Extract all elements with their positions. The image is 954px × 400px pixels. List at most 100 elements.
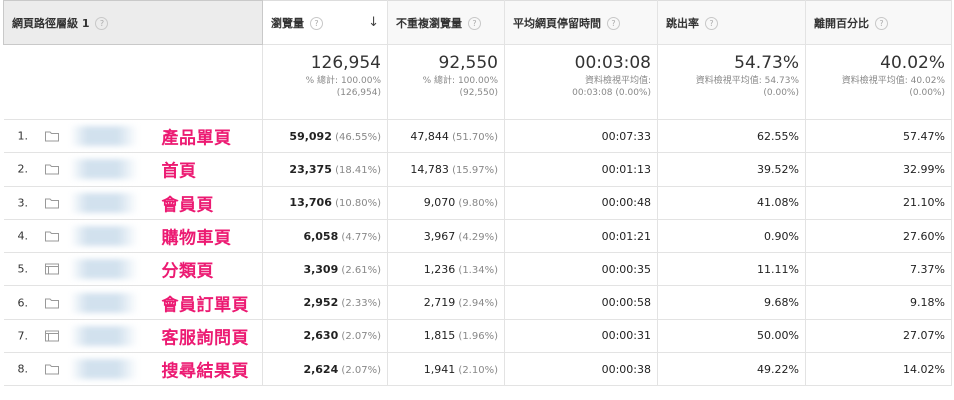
bounce-cell: 50.00% [657,319,806,354]
pageviews-value: 2,624 [303,362,339,376]
folder-icon[interactable] [44,297,59,309]
pageviews-cell: 6,058 (4.77%) [262,219,388,254]
column-header-label: 不重複瀏覽量 [396,16,462,30]
redacted-path [69,126,138,147]
pageviews-value: 23,375 [289,162,332,176]
pageviews-cell: 2,630 (2.07%) [262,319,388,354]
help-icon[interactable]: ? [875,16,888,30]
column-header-bounce-rate[interactable]: 跳出率? [657,0,806,45]
pageviews-percent: (4.77%) [338,232,381,243]
help-icon[interactable]: ? [468,16,481,30]
column-header-label: 平均網頁停留時間 [513,16,601,30]
unique-value: 2,719 [423,296,456,310]
pageviews-value: 13,706 [289,196,332,210]
dimension-cell[interactable]: 6. 會員訂單頁 [3,285,263,320]
table-row: 7. 客服詢問頁 2,630 (2.07%) 1,815 (1.96%) 00:00:3… [3,319,952,354]
help-icon[interactable]: ? [705,16,718,30]
dimension-cell[interactable]: 8. 搜尋結果頁 [3,352,263,387]
bounce-cell: 41.08% [657,186,806,220]
unique-percent-value: (15.97%) [452,164,498,176]
dimension-cell[interactable]: 3. 會員頁 [3,186,263,220]
avg-time-cell: 00:00:38 [504,352,658,387]
pageviews-percent: (2.07%) [338,331,381,342]
unique-percent-value: (51.70%) [452,131,498,143]
table-row: 3. 會員頁 13,706 (10.80%) 9,070 (9.80%) 00:00:4… [3,186,952,220]
unique-cell: 3,967 (4.29%) [387,219,505,254]
column-header-pageviews[interactable]: 瀏覽量? ↓ [262,0,388,45]
unique-cell: 1,815 (1.96%) [387,319,505,354]
total-avg-time-note: 資料檢視平均值: [584,76,651,86]
unique-percent-value: (1.96%) [458,331,498,343]
column-header-label: 瀏覽量 [271,16,304,30]
redacted-path [69,259,138,280]
table-row: 6. 會員訂單頁 2,952 (2.33%) 2,719 (2.94%) 00:00:5… [3,285,952,320]
redacted-path [69,226,138,247]
unique-value: 14,783 [410,162,449,176]
pageviews-percent: (2.61%) [338,265,381,276]
bounce-cell: 39.52% [657,152,806,187]
column-header-label: 離開百分比 [814,16,869,30]
table-row: 5. 分類頁 3,309 (2.61%) 1,236 (1.34%) 00:00:35 1… [3,252,952,287]
avg-time-cell: 00:07:33 [504,119,658,154]
pageviews-percent-value: (4.77%) [341,231,381,243]
analytics-report-table: 網頁路徑層級 1? 瀏覽量? ↓ 不重複瀏覽量? 平均網頁停留時間? 跳出率? 離… [3,0,952,387]
dimension-cell[interactable]: 1. 產品單頁 [3,119,263,154]
pageviews-cell: 3,309 (2.61%) [262,252,388,287]
page-name-annotation: 分類頁 [161,261,214,282]
folder-icon[interactable] [44,164,59,175]
unique-value: 9,070 [423,196,456,210]
exit-cell: 27.60% [805,219,952,254]
dimension-cell[interactable]: 4. 購物車頁 [3,219,263,254]
dimension-cell[interactable]: 7. 客服詢問頁 [3,319,263,354]
pageviews-percent: (2.07%) [338,365,381,376]
pageviews-value: 59,092 [289,129,332,143]
folder-icon[interactable] [44,131,59,142]
column-header-dimension[interactable]: 網頁路徑層級 1? [3,0,263,45]
pageviews-percent-value: (2.07%) [341,331,381,343]
folder-icon[interactable] [44,231,59,242]
bounce-cell: 62.55% [657,119,806,154]
total-exit-detail: (0.00%) [909,88,945,98]
column-header-unique-pageviews[interactable]: 不重複瀏覽量? [387,0,505,45]
unique-cell: 2,719 (2.94%) [387,285,505,320]
exit-cell: 32.99% [805,152,952,187]
unique-percent-value: (2.10%) [458,364,498,376]
unique-percent: (51.70%) [449,132,498,143]
pageviews-percent-value: (2.33%) [341,298,381,310]
column-header-label: 網頁路徑層級 1 [12,16,90,30]
exit-cell: 14.02% [805,352,952,387]
total-unique-value: 92,550 [438,53,498,73]
unique-percent-value: (2.94%) [458,298,498,310]
column-header-exit-rate[interactable]: 離開百分比? [805,0,952,45]
redacted-path [69,325,138,346]
column-header-avg-time[interactable]: 平均網頁停留時間? [504,0,658,45]
folder-icon[interactable] [44,197,59,209]
unique-value: 1,815 [423,329,456,343]
bounce-cell: 9.68% [657,285,806,320]
unique-percent: (1.34%) [455,265,498,276]
page-icon[interactable] [44,263,59,275]
avg-time-cell: 00:01:21 [504,219,658,254]
help-icon[interactable]: ? [310,16,323,30]
pageviews-percent: (46.55%) [332,132,381,143]
total-pageviews-note: % 總計: 100.00% [305,76,381,86]
pageviews-percent-value: (46.55%) [335,131,381,143]
bounce-cell: 11.11% [657,252,806,287]
sort-descending-icon[interactable]: ↓ [368,15,379,30]
row-index: 1. [17,129,29,143]
avg-time-cell: 00:00:31 [504,319,658,354]
dimension-cell[interactable]: 5. 分類頁 [3,252,263,287]
row-index: 8. [17,362,29,376]
pageviews-value: 2,630 [303,329,339,343]
row-index: 4. [17,229,29,243]
page-name-annotation: 客服詢問頁 [161,328,249,349]
total-unique-count: (92,550) [459,88,498,98]
dimension-cell[interactable]: 2. 首頁 [3,152,263,187]
help-icon[interactable]: ? [95,16,109,30]
page-icon[interactable] [44,330,59,342]
avg-time-cell: 00:01:13 [504,152,658,187]
help-icon[interactable]: ? [607,16,620,30]
totals-unique-cell: 92,550 % 總計: 100.00% (92,550) [387,44,505,120]
folder-icon[interactable] [44,364,59,375]
pageviews-percent-value: (2.07%) [341,364,381,376]
